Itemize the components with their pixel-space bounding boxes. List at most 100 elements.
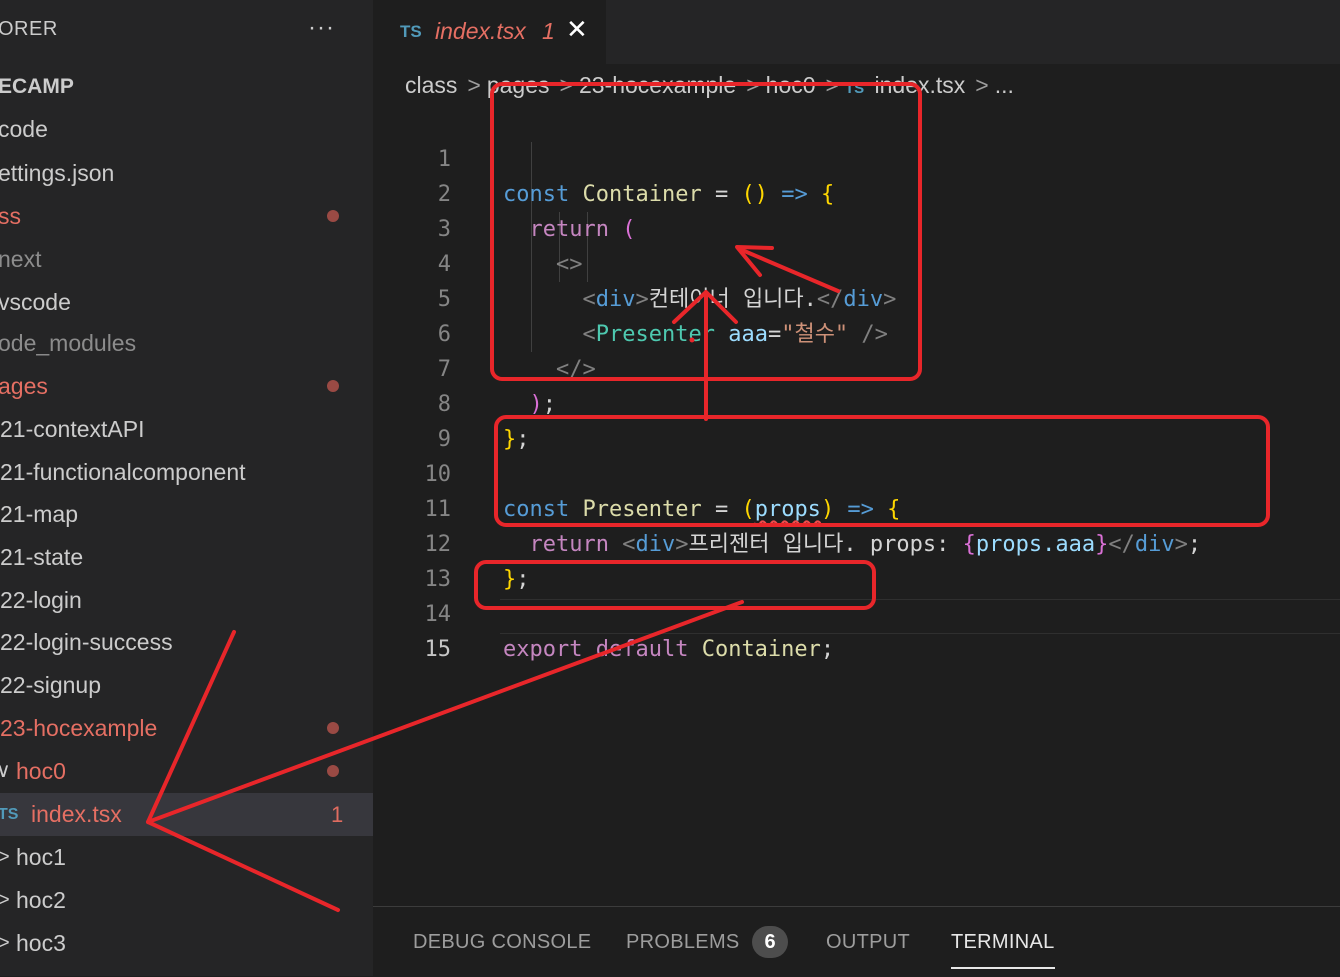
modified-dot-icon — [327, 722, 339, 734]
code-line: 4 <div>컨테이너 입니다.</div> — [373, 212, 1340, 312]
tab-index-tsx[interactable]: TS index.tsx 1 ✕ — [373, 0, 606, 64]
bottom-panel: DEBUG CONSOLE PROBLEMS 6 OUTPUT TERMINAL — [373, 906, 1340, 977]
tree-item-label: 21-contextAPI — [0, 416, 145, 442]
tree-item-23-hocexample[interactable]: 23-hocexample — [0, 707, 373, 750]
tree-item-label: vscode — [0, 289, 71, 315]
tree-item-label: 22-login-success — [0, 629, 173, 655]
line-number: 15 — [424, 637, 452, 662]
tree-item-hoc0[interactable]: ∨ hoc0 — [0, 750, 373, 793]
tab-problem-count: 1 — [542, 18, 555, 44]
tree-item-21-map[interactable]: 21-map — [0, 493, 373, 536]
tree-item-hoc2[interactable]: > hoc2 — [0, 879, 373, 922]
chevron-right-icon: > — [0, 889, 10, 911]
typescript-file-icon: TS — [0, 806, 19, 823]
code-token: default — [595, 637, 689, 662]
code-line: 5 <Presenter aaa="철수" /> — [373, 247, 1340, 347]
tree-item-vscode-folder[interactable]: code — [0, 108, 373, 151]
tab-label: index.tsx — [435, 18, 526, 44]
chevron-right-icon: > — [0, 932, 10, 954]
chevron-right-icon: > — [559, 72, 573, 98]
breadcrumb: class > pages >23-hocexample > hoc0 > TS index.… — [405, 72, 1018, 104]
tab-problems[interactable]: PROBLEMS — [626, 931, 740, 954]
breadcrumb-item[interactable]: ... — [995, 72, 1014, 98]
typescript-file-icon: TS — [400, 22, 422, 41]
tree-item-label: ages — [0, 373, 48, 399]
code-line: 12 }; — [373, 492, 1340, 592]
breadcrumb-item[interactable]: pages — [487, 72, 550, 98]
tree-item-label: ss — [0, 203, 21, 229]
problems-count-badge: 6 — [752, 926, 788, 958]
explorer-sidebar: ORER ··· ECAMP code ettings.json ss next… — [0, 0, 373, 976]
code-line: 6 </> — [373, 282, 1340, 382]
editor-tab-bar: TS index.tsx 1 ✕ — [373, 0, 1340, 64]
tab-output[interactable]: OUTPUT — [826, 931, 910, 954]
tree-item-class[interactable]: ss — [0, 195, 373, 238]
code-token: export — [503, 637, 583, 662]
code-token: ; — [820, 637, 835, 662]
tree-item-label: 23-hocexample — [0, 715, 158, 741]
breadcrumb-item[interactable]: index.tsx — [875, 72, 966, 98]
code-line: 3 <> — [373, 177, 1340, 277]
tree-item-22-login-success[interactable]: 22-login-success — [0, 621, 373, 664]
tree-item-pages[interactable]: ages — [0, 365, 373, 408]
chevron-right-icon: > — [975, 72, 989, 98]
tab-terminal[interactable]: TERMINAL — [951, 931, 1055, 954]
typescript-file-icon: TS — [844, 80, 865, 97]
code-line: 14 export default Container; — [373, 562, 1340, 662]
code-line: 15 — [373, 597, 1340, 662]
breadcrumb-item[interactable]: 23-hocexample — [579, 72, 736, 98]
tree-item-label: 21-state — [0, 544, 84, 570]
code-line: 8 }; — [373, 352, 1340, 452]
tree-item-label: ECAMP — [0, 75, 74, 98]
chevron-right-icon: > — [746, 72, 760, 98]
tree-item-label: hoc1 — [16, 844, 66, 870]
tree-item-label: hoc2 — [16, 887, 66, 913]
tree-item-settings-json[interactable]: ettings.json — [0, 152, 373, 195]
more-actions-icon[interactable]: ··· — [308, 14, 335, 42]
tree-item-hoc1[interactable]: > hoc1 — [0, 836, 373, 879]
tree-item-label: 22-login — [0, 587, 82, 613]
problem-count-badge: 1 — [331, 802, 344, 827]
tree-item-node-modules[interactable]: ode_modules — [0, 322, 373, 365]
workspace-root[interactable]: ECAMP — [0, 65, 373, 108]
tree-item-label: index.tsx — [31, 801, 122, 827]
close-icon[interactable]: ✕ — [566, 14, 588, 45]
tree-item-hoc3[interactable]: > hoc3 — [0, 922, 373, 965]
explorer-header: ORER — [0, 18, 58, 40]
tree-item-label: ettings.json — [0, 160, 115, 186]
modified-dot-icon — [327, 380, 339, 392]
code-line: 7 ); — [373, 317, 1340, 417]
tab-debug-console[interactable]: DEBUG CONSOLE — [413, 931, 591, 954]
tree-item-next[interactable]: next — [0, 238, 373, 281]
code-token: Container — [701, 637, 821, 662]
tree-item-label: 21-functionalcomponent — [0, 459, 246, 485]
code-line: 11 return <div>프리젠터 입니다. props: {props.a… — [373, 457, 1340, 557]
chevron-right-icon: > — [825, 72, 839, 98]
code-editor[interactable]: 1 const Container = () => { 2 return ( 3… — [373, 106, 1340, 662]
tree-item-21-functionalcomponent[interactable]: 21-functionalcomponent — [0, 451, 373, 494]
tree-item-label: hoc0 — [16, 758, 66, 784]
modified-dot-icon — [327, 765, 339, 777]
active-tab-indicator — [951, 967, 1055, 969]
code-line: 13 — [373, 527, 1340, 592]
tree-item-22-signup[interactable]: 22-signup — [0, 664, 373, 707]
modified-dot-icon — [327, 210, 339, 222]
breadcrumb-item[interactable]: class — [405, 72, 457, 98]
breadcrumb-item[interactable]: hoc0 — [766, 72, 816, 98]
tree-item-label: 22-signup — [0, 672, 102, 698]
tree-item-label: code — [0, 116, 48, 142]
tree-item-21-state[interactable]: 21-state — [0, 536, 373, 579]
tree-item-22-login[interactable]: 22-login — [0, 579, 373, 622]
code-line: 2 return ( — [373, 142, 1340, 242]
tree-item-index-tsx[interactable]: TS index.tsx 1 — [0, 793, 373, 836]
tree-item-label: ode_modules — [0, 330, 137, 356]
tree-item-21-contextapi[interactable]: 21-contextAPI — [0, 408, 373, 451]
code-line: 1 const Container = () => { — [373, 107, 1340, 207]
chevron-right-icon: > — [467, 72, 481, 98]
tree-item-label: next — [0, 246, 42, 272]
chevron-down-icon: ∨ — [0, 760, 11, 782]
tree-item-vscode[interactable]: vscode — [0, 281, 373, 324]
code-line: 9 — [373, 387, 1340, 452]
tree-item-label: 21-map — [0, 501, 78, 527]
tree-item-label: hoc3 — [16, 930, 66, 956]
